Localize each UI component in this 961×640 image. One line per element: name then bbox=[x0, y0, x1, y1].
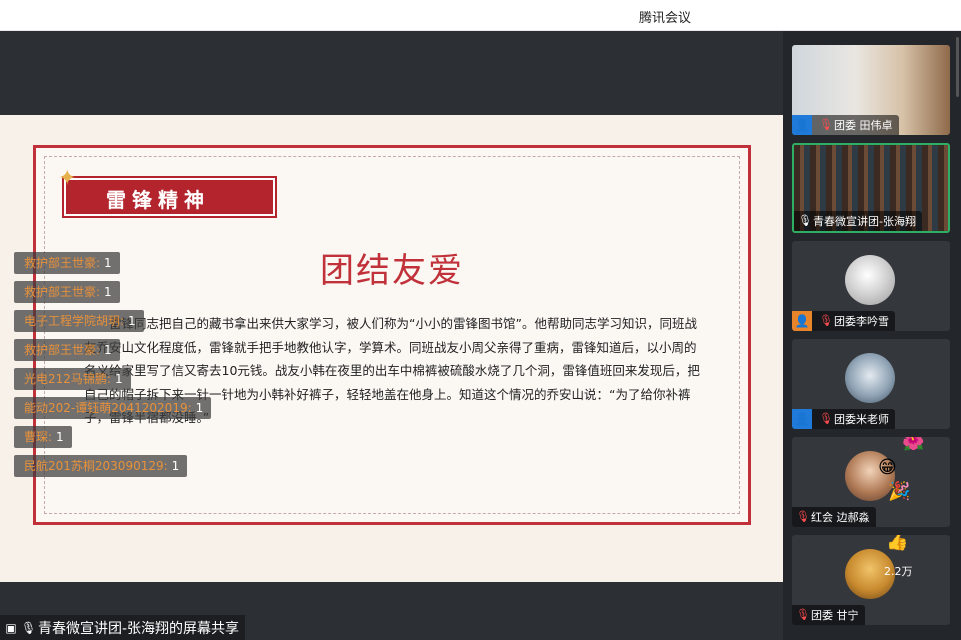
comment: 救护部王世豪: 1 bbox=[14, 252, 120, 274]
participant-tile[interactable]: 👤 🎙 团委米老师 bbox=[792, 339, 950, 429]
mic-muted-icon: 🎙 bbox=[796, 510, 810, 523]
comment-count: 1 bbox=[171, 459, 180, 473]
comment-count: 1 bbox=[104, 285, 112, 299]
mic-muted-icon: 🎙 bbox=[819, 412, 833, 425]
party-icon: 🎉 bbox=[888, 481, 911, 502]
mic-muted-icon: 🎙 bbox=[796, 608, 810, 621]
participant-label: 🎙 青春微宣讲团-张海翔 bbox=[794, 211, 922, 231]
mic-icon: 🎙 bbox=[798, 214, 812, 227]
participant-name: 团委米老师 bbox=[834, 413, 889, 426]
comment-count: 1 bbox=[128, 314, 136, 328]
participant-tile[interactable]: 👤 🎙 团委李吟雪 bbox=[792, 241, 950, 331]
mic-muted-icon: 🎙 bbox=[819, 118, 833, 131]
slide-banner: ✦ 雷锋精神 bbox=[58, 166, 277, 218]
participant-label: 🎙 红会 边郝淼 bbox=[792, 507, 876, 527]
comment-name: 救护部王世豪: bbox=[24, 256, 101, 270]
reaction-count: 2.2万 bbox=[884, 565, 913, 578]
app-title: 腾讯会议 bbox=[638, 11, 691, 26]
participant-name: 团委 田伟卓 bbox=[834, 119, 893, 132]
comment: 能动202-谭钰萌2041202019: 1 bbox=[14, 397, 212, 419]
flower-icon: 🌺 bbox=[902, 437, 925, 452]
comment-name: 救护部王世豪: bbox=[24, 285, 101, 299]
participant-label: 🎙 团委 甘宁 bbox=[792, 605, 865, 625]
comment-name: 能动202-谭钰萌2041202019: bbox=[24, 401, 192, 415]
slide-title: 团结友爱 bbox=[320, 251, 464, 291]
comment: 救护部王世豪: 1 bbox=[14, 281, 120, 303]
banner-text: 雷锋精神 bbox=[106, 188, 210, 212]
comment-name: 光电212马锦鹏: bbox=[24, 372, 111, 386]
participant-name: 红会 边郝淼 bbox=[811, 511, 870, 524]
grin-emoji-icon: 😁 bbox=[878, 457, 897, 478]
screen-share-label: ▣ 🎙 青春微宣讲团-张海翔的屏幕共享 bbox=[0, 615, 246, 640]
comment-count: 1 bbox=[114, 372, 123, 386]
comment-count: 1 bbox=[195, 401, 204, 415]
comment-name: 民航201苏桐203090129: bbox=[24, 459, 168, 473]
user-icon: 👤 bbox=[792, 311, 812, 331]
participant-tile[interactable]: 🌺 😁 🎉 🎙 红会 边郝淼 bbox=[792, 437, 950, 527]
screen-share-label-text: 青春微宣讲团-张海翔的屏幕共享 bbox=[38, 620, 240, 637]
comment-name: 电子工程学院胡玥: bbox=[24, 314, 125, 328]
participant-name: 团委李吟雪 bbox=[834, 315, 889, 328]
participant-tile-active[interactable]: 🎙 青春微宣讲团-张海翔 bbox=[792, 143, 950, 233]
comment: 光电212马锦鹏: 1 bbox=[14, 368, 131, 390]
sidebar-scrollbar[interactable] bbox=[956, 37, 959, 97]
mic-icon: 🎙 bbox=[21, 620, 37, 635]
comment-count: 1 bbox=[104, 256, 112, 270]
screen-share-area: ✦ 雷锋精神 团结友爱 雷锋同志把自己的藏书拿出来供大家学习，被人们称为“小小的… bbox=[0, 31, 783, 640]
participant-label: 👤 🎙 团委 田伟卓 bbox=[792, 115, 899, 135]
participant-tile[interactable]: 👤 🎙 团委 田伟卓 bbox=[792, 45, 950, 135]
title-bar: 腾讯会议 bbox=[0, 0, 961, 31]
participant-label: 👤 🎙 团委李吟雪 bbox=[792, 311, 895, 331]
avatar bbox=[845, 353, 895, 403]
participant-sidebar: 👤 🎙 团委 田伟卓 🎙 青春微宣讲团-张海翔 👤 🎙 团委李吟雪 👤 🎙 团委… bbox=[783, 31, 961, 640]
avatar bbox=[845, 255, 895, 305]
participant-label: 👤 🎙 团委米老师 bbox=[792, 409, 895, 429]
comment: 民航201苏桐203090129: 1 bbox=[14, 455, 188, 477]
mic-muted-icon: 🎙 bbox=[819, 314, 833, 327]
comment-count: 1 bbox=[56, 430, 64, 444]
comment: 救护部王世豪: 1 bbox=[14, 339, 120, 361]
comment-name: 曹琛: bbox=[24, 430, 53, 444]
comment: 电子工程学院胡玥: 1 bbox=[14, 310, 144, 332]
comment-name: 救护部王世豪: bbox=[24, 343, 101, 357]
thumbs-up-icon: 👍 bbox=[886, 535, 909, 552]
comment: 曹琛: 1 bbox=[14, 426, 72, 448]
participant-tile[interactable]: 👍 2.2万 🎙 团委 甘宁 bbox=[792, 535, 950, 625]
user-icon: 👤 bbox=[792, 115, 812, 135]
comment-count: 1 bbox=[104, 343, 112, 357]
participant-name: 团委 甘宁 bbox=[811, 609, 859, 622]
screen-share-icon: ▣ bbox=[5, 620, 17, 635]
star-icon: ✦ bbox=[58, 166, 77, 191]
user-icon: 👤 bbox=[792, 409, 812, 429]
participant-name: 青春微宣讲团-张海翔 bbox=[813, 215, 916, 228]
